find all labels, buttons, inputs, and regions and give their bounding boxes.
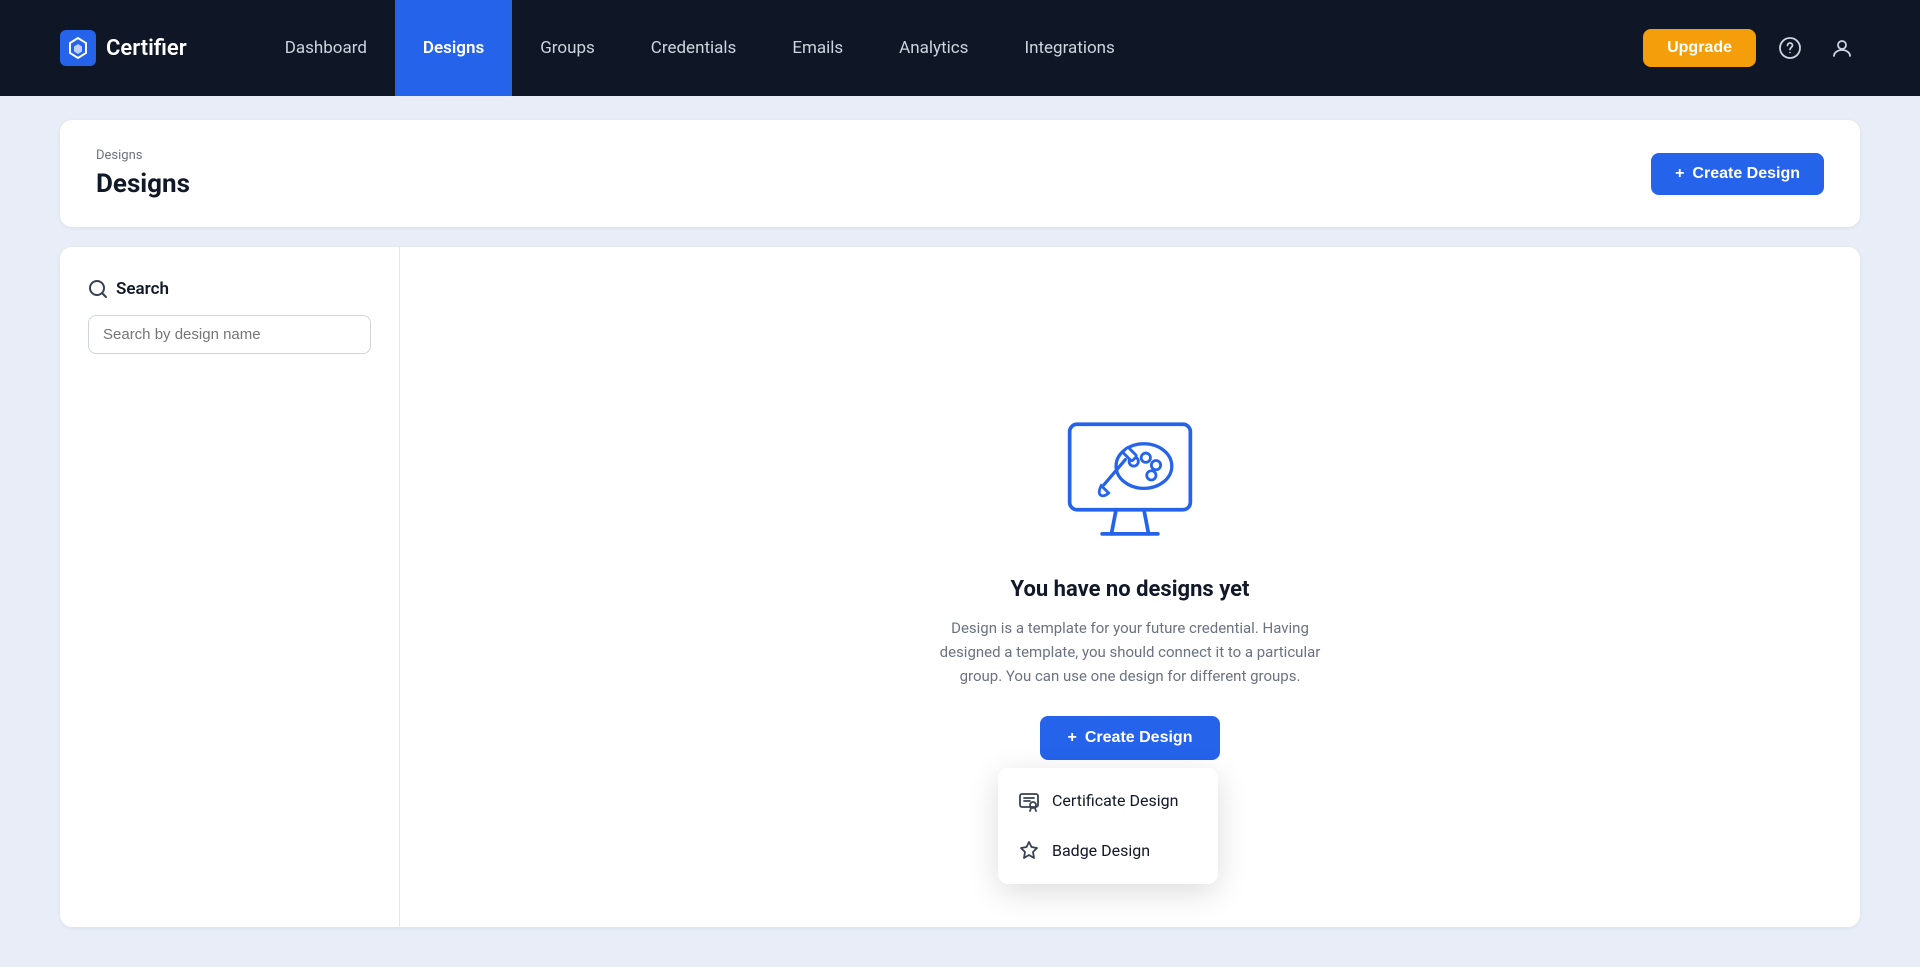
page-title: Designs <box>96 169 190 199</box>
sidebar: Search <box>60 247 400 927</box>
logo[interactable]: Certifier <box>60 30 187 66</box>
search-input[interactable] <box>88 315 371 354</box>
page-header-left: Designs Designs <box>96 148 190 199</box>
nav-item-emails[interactable]: Emails <box>764 0 871 96</box>
create-design-button-empty[interactable]: + Create Design <box>1040 716 1221 760</box>
help-icon <box>1779 37 1801 59</box>
create-design-button-header[interactable]: + Create Design <box>1651 153 1824 195</box>
create-design-label: Create Design <box>1692 165 1800 183</box>
plus-icon: + <box>1675 165 1684 183</box>
main-wrapper: Designs Designs + Create Design Search <box>0 96 1920 967</box>
dropdown-item-certificate[interactable]: Certificate Design <box>998 776 1218 826</box>
dropdown-item-badge[interactable]: Badge Design <box>998 826 1218 876</box>
nav-right: Upgrade <box>1643 29 1860 67</box>
nav-item-analytics[interactable]: Analytics <box>871 0 996 96</box>
upgrade-button[interactable]: Upgrade <box>1643 29 1756 67</box>
create-btn-wrapper: + Create Design <box>1040 716 1221 760</box>
create-design-label-empty: Create Design <box>1085 729 1193 747</box>
user-icon <box>1831 37 1853 59</box>
search-section-label: Search <box>88 279 371 299</box>
nav-item-credentials[interactable]: Credentials <box>623 0 765 96</box>
page-header: Designs Designs + Create Design <box>60 120 1860 227</box>
user-button[interactable] <box>1824 30 1860 66</box>
logo-text: Certifier <box>106 36 187 61</box>
navbar: Certifier Dashboard Designs Groups Crede… <box>0 0 1920 96</box>
empty-state: You have no designs yet Design is a temp… <box>400 247 1860 927</box>
search-icon <box>88 279 108 299</box>
design-monitor-icon <box>1055 415 1205 549</box>
nav-item-designs[interactable]: Designs <box>395 0 512 96</box>
breadcrumb: Designs <box>96 148 190 163</box>
logo-icon <box>60 30 96 66</box>
nav-item-groups[interactable]: Groups <box>512 0 623 96</box>
certificate-design-label: Certificate Design <box>1052 791 1178 810</box>
badge-design-label: Badge Design <box>1052 841 1150 860</box>
dropdown-menu: Certificate Design Badge Design <box>998 768 1218 884</box>
badge-icon <box>1018 840 1040 862</box>
empty-state-description: Design is a template for your future cre… <box>920 616 1340 688</box>
nav-item-dashboard[interactable]: Dashboard <box>257 0 395 96</box>
empty-state-title: You have no designs yet <box>1011 577 1250 602</box>
help-button[interactable] <box>1772 30 1808 66</box>
certificate-icon <box>1018 790 1040 812</box>
plus-icon-empty: + <box>1068 729 1077 747</box>
content-panel: Search <box>60 247 1860 927</box>
nav-item-integrations[interactable]: Integrations <box>996 0 1142 96</box>
nav-items: Dashboard Designs Groups Credentials Ema… <box>257 0 1603 96</box>
